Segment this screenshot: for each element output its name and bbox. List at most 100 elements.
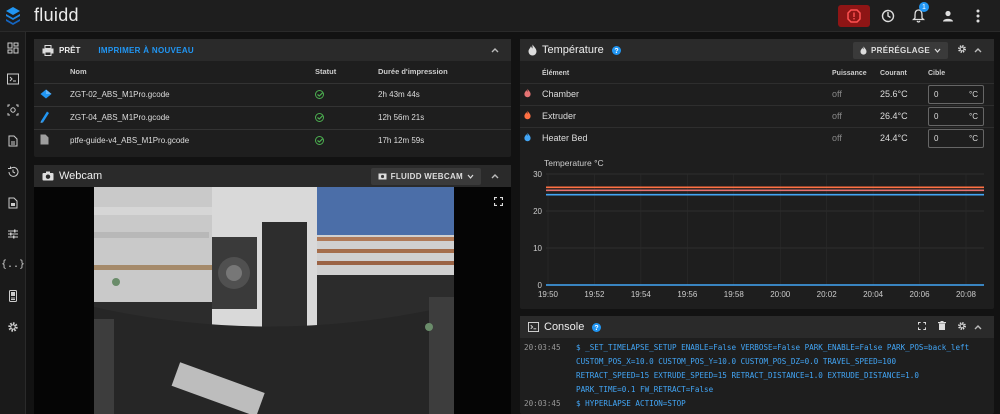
temperature-chart[interactable]: Temperature °C 30 20 10 019:50 19:52 19:54 19:…	[520, 154, 994, 309]
fullscreen-icon	[493, 196, 504, 207]
nav-macros[interactable]	[0, 187, 26, 218]
check-circle-icon	[315, 113, 324, 122]
collapse-console-button[interactable]	[970, 322, 986, 333]
chart-xtick-label: 20:00	[770, 290, 791, 299]
printer-icon	[42, 44, 54, 56]
webcam-stream[interactable]	[34, 187, 511, 414]
console-settings-button[interactable]	[954, 321, 970, 334]
help-circle-icon[interactable]: ?	[611, 45, 621, 55]
console-command[interactable]: PARK_TIME=0.1 FW_RETRACT=False	[576, 383, 713, 397]
status-title: PRÊT	[59, 45, 81, 55]
job-row[interactable]: ptfe-guide-v4_ABS_M1Pro.gcode 17h 12m 59…	[34, 128, 511, 152]
collapse-temperature-button[interactable]	[970, 45, 986, 56]
nav-jobs[interactable]	[0, 125, 26, 156]
column-name: Nom	[70, 67, 87, 77]
nav-webcam[interactable]	[0, 94, 26, 125]
webcam-select-button[interactable]: FLUIDD WEBCAM	[370, 167, 481, 185]
console-entry: 20:03:45 $ HYPERLAPSE ACTION=STOP	[524, 397, 990, 411]
console-entry: CUSTOM_POS_X=10.0 CUSTOM_POS_Y=10.0 CUST…	[524, 355, 990, 369]
target-temp-input[interactable]: 0 °C	[928, 106, 984, 126]
code-braces-icon: {..}	[0, 259, 26, 270]
cube-icon	[40, 89, 52, 98]
nav-system[interactable]	[0, 280, 26, 311]
more-menu-button[interactable]	[966, 4, 990, 28]
help-circle-icon[interactable]: ?	[592, 322, 602, 332]
status-header: PRÊT IMPRIMER À NOUVEAU	[34, 39, 511, 61]
target-temp-input[interactable]: 0 °C	[928, 84, 984, 104]
notifications-button[interactable]: 1	[906, 2, 930, 28]
svg-text:?: ?	[595, 325, 599, 332]
preset-button[interactable]: PRÉRÉGLAGE	[852, 41, 948, 59]
console-command[interactable]: $ HYPERLAPSE ACTION=STOP	[576, 397, 686, 411]
console-icon	[528, 322, 539, 332]
macro-file-icon	[8, 197, 18, 208]
console-timestamp: 20:03:45	[524, 399, 561, 408]
nav-configuration[interactable]: {..}	[0, 249, 26, 280]
job-duration: 12h 56m 21s	[372, 105, 511, 129]
collapse-status-button[interactable]	[487, 45, 503, 56]
chevron-up-icon	[974, 324, 982, 329]
printer-status-panel: PRÊT IMPRIMER À NOUVEAU Nom Statut Durée…	[34, 39, 511, 157]
heater-row-chamber: Chamber off 25.6°C 0 °C	[520, 82, 994, 105]
target-unit: °C	[969, 133, 978, 143]
nav-settings[interactable]	[0, 311, 26, 342]
console-fullscreen-button[interactable]	[914, 321, 930, 333]
webcam-title: Webcam	[59, 170, 103, 182]
webcam-panel: Webcam FLUIDD WEBCAM	[34, 165, 511, 414]
chart-ytick-label: 0	[538, 281, 543, 290]
collapse-webcam-button[interactable]	[487, 171, 503, 182]
console-title: Console	[544, 321, 585, 333]
power-menu-button[interactable]	[876, 4, 900, 28]
camera-icon	[378, 173, 387, 180]
column-status: Statut	[315, 67, 337, 77]
emergency-stop-button[interactable]	[838, 5, 870, 27]
fullscreen-button[interactable]	[493, 193, 504, 211]
temperature-settings-button[interactable]	[954, 44, 970, 57]
column-duration: Durée d'impression	[378, 67, 448, 77]
console-panel: Console ? 20:03:45 $ _SET_TIMELAPSE_SETUP…	[520, 316, 994, 414]
chevron-up-icon	[491, 47, 499, 52]
fluidd-logo[interactable]	[0, 0, 26, 32]
job-row[interactable]: ZGT-02_ABS_M1Pro.gcode 2h 43m 44s	[34, 82, 511, 106]
console-clear-button[interactable]	[934, 321, 950, 333]
device-icon	[9, 289, 17, 302]
chevron-up-icon	[491, 173, 499, 178]
user-menu-button[interactable]	[936, 4, 960, 28]
nav-dashboard[interactable]	[0, 32, 26, 63]
heater-power: off	[828, 104, 876, 127]
nav-history[interactable]	[0, 156, 26, 187]
console-command[interactable]: RETRACT_SPEED=15 EXTRUDE_SPEED=15 RETRAC…	[576, 369, 919, 383]
heater-name: Heater Bed	[538, 126, 828, 149]
column-target: Cible	[928, 70, 946, 78]
app-title: fluidd	[34, 5, 79, 25]
tune-icon	[8, 229, 18, 238]
console-command[interactable]: CUSTOM_POS_X=10.0 CUSTOM_POS_Y=10.0 CUST…	[576, 355, 896, 369]
webcam-header: Webcam FLUIDD WEBCAM	[34, 165, 511, 187]
target-value: 0	[934, 111, 939, 121]
column-power: Puissance	[832, 70, 867, 78]
nav-console[interactable]	[0, 63, 26, 94]
console-icon	[7, 73, 19, 84]
webcam-image	[94, 187, 454, 414]
job-row[interactable]: ZGT-04_ABS_M1Pro.gcode 12h 56m 21s	[34, 105, 511, 129]
console-command[interactable]: $ _SET_TIMELAPSE_SETUP ENABLE=False VERB…	[576, 341, 969, 355]
reprint-button[interactable]: IMPRIMER À NOUVEAU	[98, 46, 194, 55]
chevron-down-icon	[934, 48, 941, 53]
fire-icon	[524, 88, 531, 98]
chart-xtick-label: 19:54	[631, 290, 652, 299]
heater-name: Chamber	[538, 82, 828, 105]
heater-row-extruder: Extruder off 26.4°C 0 °C	[520, 104, 994, 127]
fire-icon	[860, 45, 867, 55]
target-temp-input[interactable]: 0 °C	[928, 128, 984, 148]
job-filename: ZGT-02_ABS_M1Pro.gcode	[64, 82, 309, 106]
console-output[interactable]: 20:03:45 $ _SET_TIMELAPSE_SETUP ENABLE=Fa…	[520, 338, 994, 414]
fire-icon	[524, 132, 531, 142]
nav-tune[interactable]	[0, 218, 26, 249]
settings-icon	[8, 321, 18, 332]
console-entry: RETRACT_SPEED=15 EXTRUDE_SPEED=15 RETRAC…	[524, 369, 990, 383]
delete-icon	[938, 321, 946, 330]
heaters-table: Élément Puissance Courant Cible Chamber …	[520, 65, 994, 149]
chart-xtick-label: 20:06	[910, 290, 931, 299]
svg-text:?: ?	[614, 48, 618, 55]
heater-name: Extruder	[538, 104, 828, 127]
